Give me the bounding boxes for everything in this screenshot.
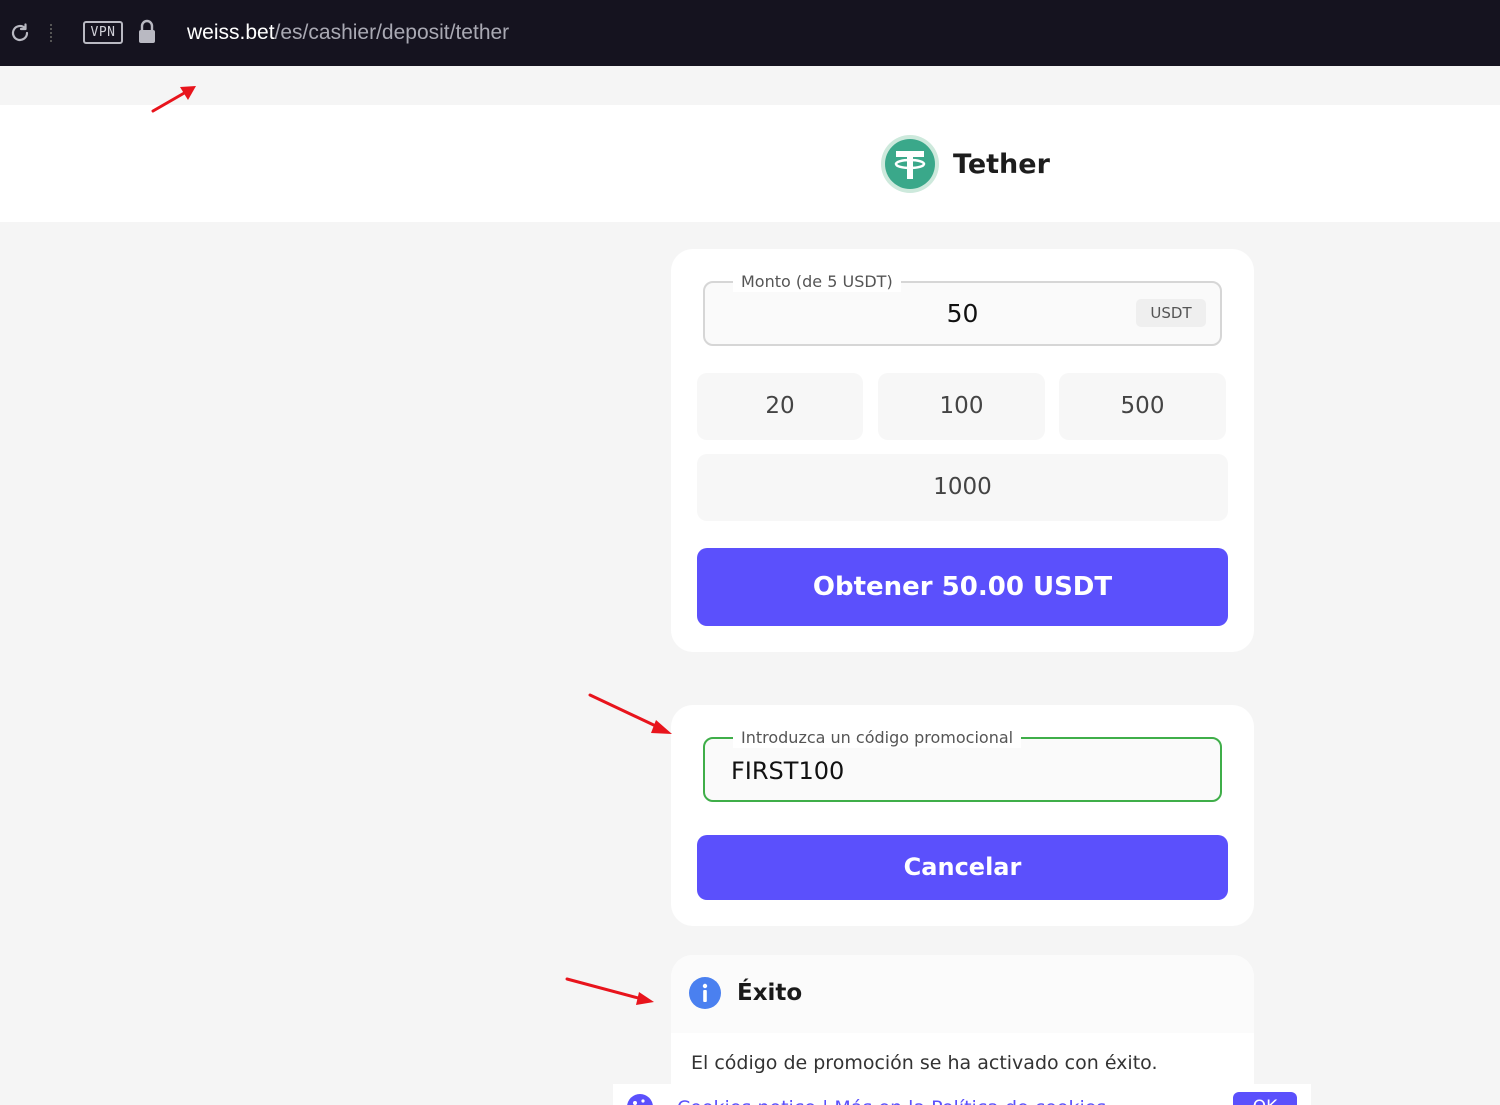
amount-legend: Monto (de 5 USDT) (733, 272, 901, 292)
preset-500-button[interactable]: 500 (1059, 373, 1226, 440)
tether-logo-icon (881, 135, 939, 193)
success-title: Éxito (737, 980, 803, 1006)
amount-input[interactable]: Monto (de 5 USDT) 50 USDT (703, 272, 1222, 346)
arrow-to-promo (588, 693, 672, 734)
page-title: Tether (953, 149, 1050, 180)
cookie-accept-button[interactable]: OK (1233, 1092, 1297, 1105)
url-host: weiss.bet (187, 21, 275, 44)
promo-code-value: FIRST100 (731, 757, 845, 785)
success-header: Éxito (671, 955, 1254, 1033)
amount-card: Monto (de 5 USDT) 50 USDT 20 100 500 100… (671, 249, 1254, 652)
browser-bar: VPN weiss.bet/es/cashier/deposit/tether (0, 0, 1500, 66)
toolbar-separator (50, 24, 53, 42)
address-bar[interactable]: weiss.bet/es/cashier/deposit/tether (187, 19, 509, 47)
cookie-text: Cookies notice | Más en la Política de c… (677, 1094, 1106, 1105)
currency-badge: USDT (1136, 299, 1206, 327)
promo-legend: Introduzca un código promocional (733, 728, 1022, 748)
vpn-badge[interactable]: VPN (83, 21, 123, 44)
success-message: El código de promoción se ha activado co… (691, 1052, 1158, 1074)
info-icon (689, 977, 721, 1009)
arrow-to-success (565, 977, 654, 1005)
cookie-icon (627, 1094, 653, 1105)
preset-100-button[interactable]: 100 (878, 373, 1045, 440)
cookie-banner: Cookies notice | Más en la Política de c… (613, 1084, 1311, 1105)
lock-icon[interactable] (137, 19, 157, 45)
cancel-button[interactable]: Cancelar (697, 835, 1228, 900)
reload-icon[interactable] (8, 21, 32, 45)
preset-1000-button[interactable]: 1000 (697, 454, 1228, 521)
success-notification: Éxito El código de promoción se ha activ… (671, 955, 1254, 1105)
deposit-header: Tether (0, 105, 1500, 222)
promo-card: Introduzca un código promocional FIRST10… (671, 705, 1254, 926)
preset-20-button[interactable]: 20 (697, 373, 863, 440)
promo-code-input[interactable]: Introduzca un código promocional FIRST10… (703, 728, 1222, 802)
get-usdt-button[interactable]: Obtener 50.00 USDT (697, 548, 1228, 626)
url-path: /es/cashier/deposit/tether (274, 21, 510, 44)
